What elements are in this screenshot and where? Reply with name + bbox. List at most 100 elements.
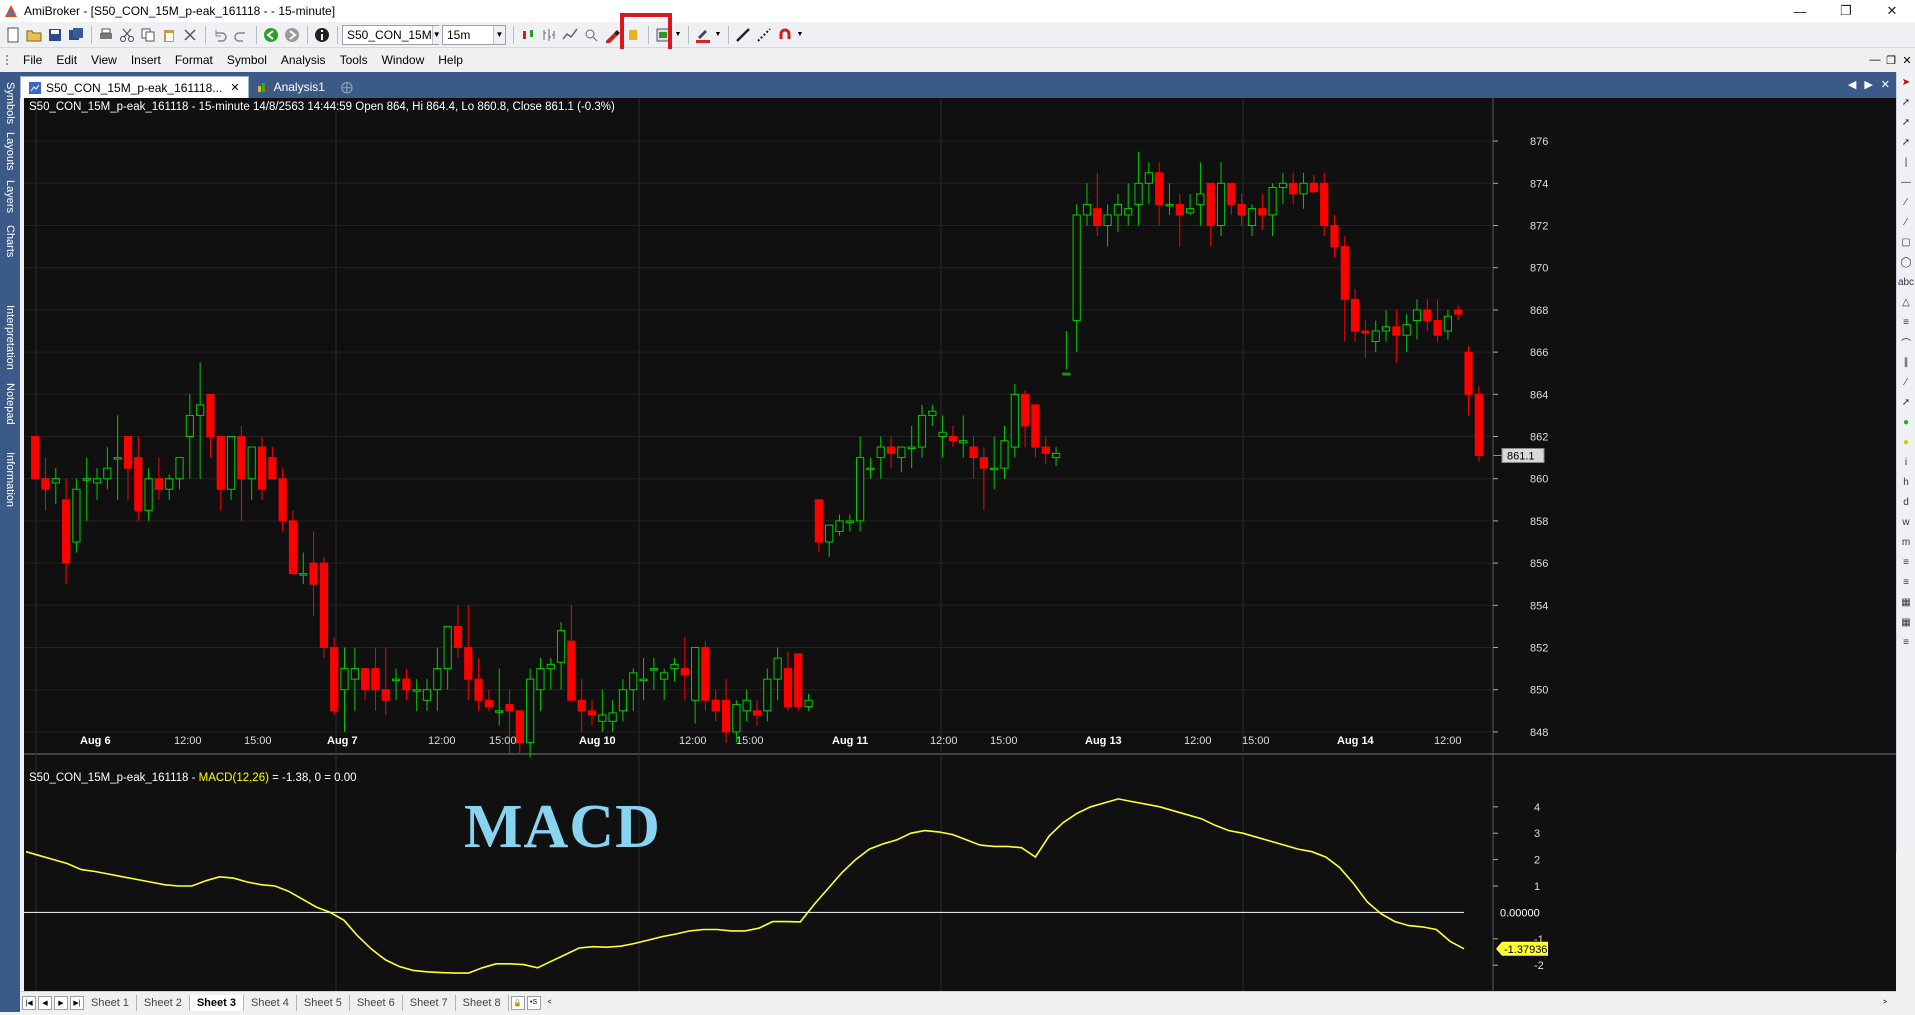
hour-icon[interactable]: h [1897,472,1915,492]
tab-analysis[interactable]: Analysis1 [249,76,333,98]
extended-line-icon[interactable]: ➚ [1897,132,1915,152]
sheet-tab-7[interactable]: Sheet 7 [403,994,456,1011]
fibonacci-icon[interactable]: ≡ [1897,312,1915,332]
menu-insert[interactable]: Insert [124,53,168,67]
tabs-scroll-left-icon[interactable]: ◀ [1848,78,1856,91]
sheet-tab-1[interactable]: Sheet 1 [84,994,137,1011]
menu-file[interactable]: File [16,53,49,67]
formula-editor-icon[interactable] [602,25,621,44]
vertical-line-icon[interactable]: | [1897,152,1915,172]
undo-icon[interactable] [210,25,229,44]
side-tab-interpretation[interactable]: Interpretation [0,298,20,376]
sheet-tab-8[interactable]: Sheet 8 [456,994,509,1011]
print-icon[interactable] [96,25,115,44]
delete-icon[interactable] [180,25,199,44]
sheet-tab-5[interactable]: Sheet 5 [297,994,350,1011]
line-style-icon[interactable] [560,25,579,44]
pitchfork-icon[interactable]: ➚ [1897,392,1915,412]
sheet-tab-6[interactable]: Sheet 6 [350,994,403,1011]
chevron-down-icon[interactable]: ▼ [493,25,505,44]
menu-format[interactable]: Format [168,53,220,67]
month-icon[interactable]: m [1897,532,1915,552]
zoom-icon[interactable] [581,25,600,44]
parallel-lines-icon[interactable]: ∕ [1897,192,1915,212]
candlestick-style-icon[interactable] [518,25,537,44]
side-tab-symbols[interactable]: Symbols [0,80,20,126]
settings-list-icon[interactable]: ≡ [1897,632,1915,652]
menu-tools[interactable]: Tools [333,53,375,67]
sheet-tab-2[interactable]: Sheet 2 [137,994,190,1011]
lock-icon[interactable]: 🔒 [510,995,525,1010]
mdi-minimize-icon[interactable]: — [1867,54,1883,67]
menu-view[interactable]: View [84,53,124,67]
grid-icon[interactable]: ▦ [1897,592,1915,612]
ellipse-icon[interactable]: ◯ [1897,252,1915,272]
chevron-down-icon[interactable]: ▼ [674,25,682,44]
dotted-line-icon[interactable] [754,25,773,44]
chart-window[interactable]: 876 874 872 870 868 866 864 862 860 858 856 854 852 8… [24,98,1896,991]
text-icon[interactable]: abc [1897,272,1915,292]
trendline-icon[interactable]: ➚ [1897,92,1915,112]
tabs-close-icon[interactable]: ✕ [1881,78,1890,91]
symbol-combo[interactable]: S50_CON_15M ▼ [342,24,441,45]
cycles-icon[interactable]: ∥ [1897,352,1915,372]
new-tab-icon[interactable]: ⨁ [333,76,361,98]
magnet-icon[interactable] [775,25,794,44]
channel-icon[interactable]: ∕ [1897,212,1915,232]
menu-help[interactable]: Help [431,53,470,67]
interval-combo[interactable]: 15m ▼ [442,24,506,45]
chart-canvas[interactable]: 876 874 872 870 868 866 864 862 860 858 856 854 852 8… [24,98,1896,991]
scroll-left-icon[interactable]: < [543,996,557,1010]
info-marker-icon[interactable]: i [1897,452,1915,472]
week-icon[interactable]: w [1897,512,1915,532]
triangle-icon[interactable]: △ [1897,292,1915,312]
menu-symbol[interactable]: Symbol [220,53,274,67]
ray-icon[interactable]: ➚ [1897,112,1915,132]
sheet-tab-4[interactable]: Sheet 4 [244,994,297,1011]
mdi-close-icon[interactable]: ✕ [1899,54,1915,67]
first-sheet-icon[interactable]: |◀ [22,995,36,1010]
sell-arrow-icon[interactable]: ● [1897,432,1915,452]
menu-window[interactable]: Window [375,53,432,67]
scroll-sync-icon[interactable]: •S [526,995,541,1010]
tab-chart[interactable]: S50_CON_15M_p-eak_161118... ✕ [20,76,249,98]
minimize-icon[interactable]: — [1777,0,1823,22]
side-tab-information[interactable]: Information [0,448,20,512]
side-tab-notepad[interactable]: Notepad [0,378,20,430]
scroll-right-icon[interactable]: > [1878,996,1892,1010]
buy-arrow-icon[interactable]: ● [1897,412,1915,432]
copy-icon[interactable] [138,25,157,44]
redo-icon[interactable] [231,25,250,44]
menu-edit[interactable]: Edit [49,53,84,67]
table-icon[interactable]: ▦ [1897,612,1915,632]
save-all-icon[interactable] [66,25,85,44]
last-sheet-icon[interactable]: ▶| [70,995,84,1010]
close-tab-icon[interactable]: ✕ [230,81,239,94]
day-icon[interactable]: d [1897,492,1915,512]
horizontal-line-icon[interactable]: — [1897,172,1915,192]
gann-icon[interactable]: ∕ [1897,372,1915,392]
sheet-tab-3[interactable]: Sheet 3 [189,994,244,1011]
open-folder-icon[interactable] [24,25,43,44]
side-tab-charts[interactable]: Charts [0,220,20,262]
draw-color-icon[interactable] [693,25,712,44]
close-icon[interactable]: ✕ [1869,0,1915,22]
select-arrow-icon[interactable]: ➤ [1897,72,1915,92]
next-sheet-icon[interactable]: ▶ [54,995,68,1010]
save-icon[interactable] [45,25,64,44]
chevron-down-icon[interactable]: ▼ [796,25,804,44]
info-icon[interactable] [312,25,331,44]
forward-icon[interactable] [282,25,301,44]
rectangle-icon[interactable]: ▢ [1897,232,1915,252]
maximize-icon[interactable]: ❐ [1823,0,1869,22]
menu-lines-icon[interactable]: ≡ [1897,552,1915,572]
tabs-scroll-right-icon[interactable]: ▶ [1864,78,1872,91]
list-icon[interactable]: ≡ [1897,572,1915,592]
prev-sheet-icon[interactable]: ◀ [38,995,52,1010]
bar-style-icon[interactable] [539,25,558,44]
menu-analysis[interactable]: Analysis [274,53,333,67]
chevron-down-icon[interactable]: ▼ [714,25,722,44]
side-tab-layouts[interactable]: Layouts [0,128,20,174]
chevron-down-icon[interactable]: ▼ [431,25,441,44]
paste-icon[interactable] [159,25,178,44]
